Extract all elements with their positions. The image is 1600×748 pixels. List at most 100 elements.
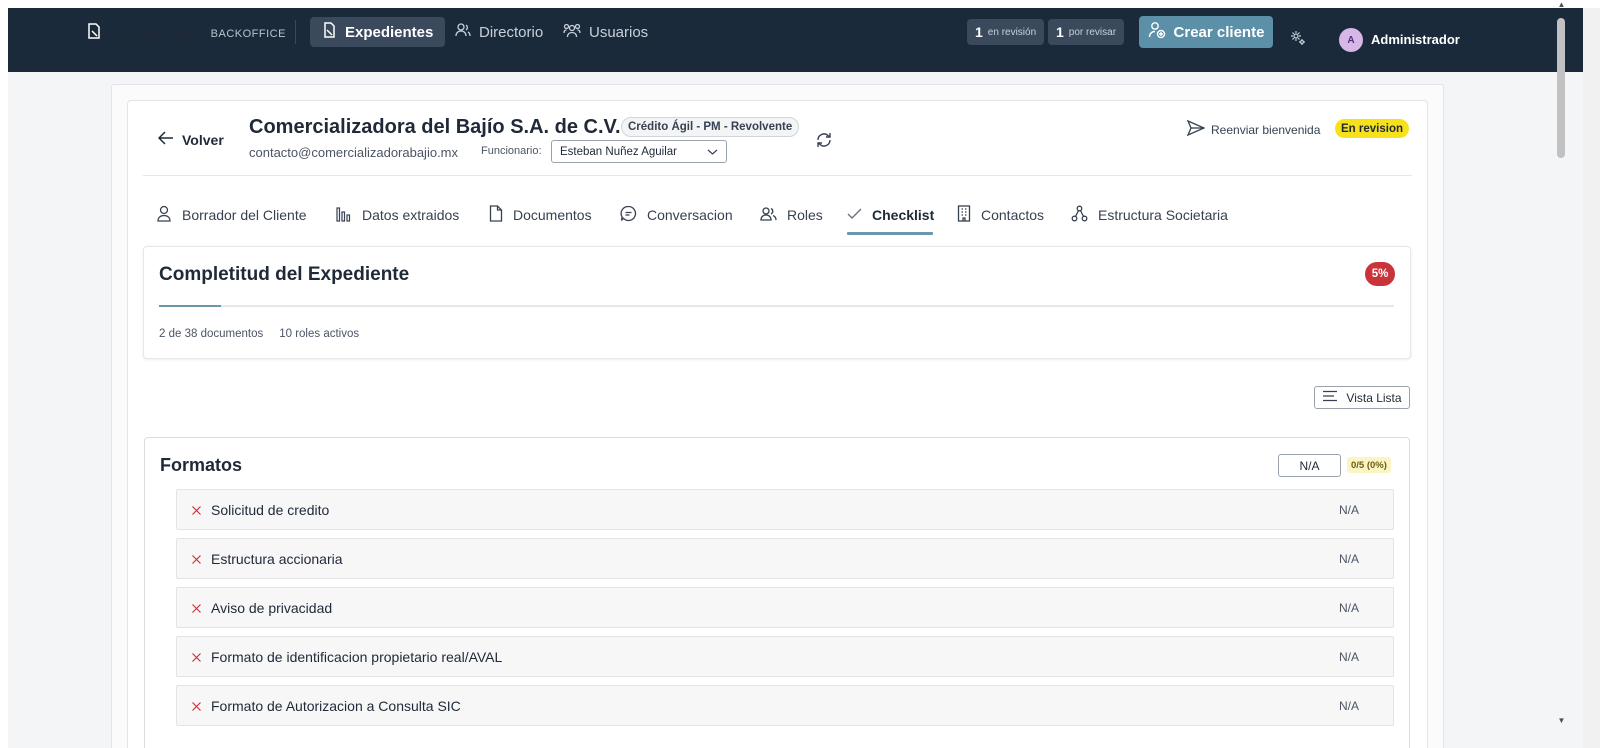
status-badge: En revision	[1335, 119, 1409, 138]
list-view-label: Vista Lista	[1346, 390, 1402, 405]
nav-label: Usuarios	[589, 23, 649, 41]
section-status-select[interactable]: N/A	[1278, 454, 1341, 477]
header-divider	[143, 175, 1412, 176]
tab-documentos[interactable]: Documentos	[489, 204, 592, 226]
nav-label: Directorio	[479, 23, 544, 41]
completeness-stats: 2 de 38 documentos 10 roles activos	[159, 328, 359, 340]
refresh-icon[interactable]	[815, 131, 833, 154]
chat-icon	[620, 205, 637, 225]
tab-label: Documentos	[513, 207, 592, 223]
document-row[interactable]: Estructura accionaria N/A	[176, 538, 1394, 579]
folder-icon	[86, 22, 102, 45]
user-name[interactable]: Administrador	[1371, 32, 1460, 47]
document-name: Formato de Autorizacion a Consulta SIC	[211, 698, 461, 714]
counter-value: 1	[975, 24, 983, 40]
counter-label: por revisar	[1068, 26, 1117, 38]
file-icon	[489, 205, 503, 225]
tab-label: Datos extraidos	[362, 207, 460, 223]
tab-label: Contactos	[981, 207, 1045, 223]
tab-checklist[interactable]: Checklist	[847, 204, 934, 226]
user-icon	[156, 205, 172, 225]
nav-directorio[interactable]: Directorio	[443, 17, 555, 47]
document-name: Solicitud de credito	[211, 502, 330, 518]
tab-datos-extraidos[interactable]: Datos extraidos	[336, 204, 459, 226]
back-label: Volver	[182, 131, 224, 148]
tab-label: Borrador del Cliente	[182, 207, 307, 223]
back-button[interactable]: Volver	[157, 131, 224, 148]
active-tab-indicator	[847, 232, 933, 235]
settings-gear-icon[interactable]	[1290, 30, 1306, 51]
tab-roles[interactable]: Roles	[760, 204, 823, 226]
nav-label: Expedientes	[345, 23, 434, 41]
client-email: contacto@comercializadorabajio.mx	[249, 145, 459, 160]
document-status: N/A	[1339, 601, 1360, 615]
document-name: Formato de identificacion propietario re…	[211, 649, 503, 665]
org-icon	[1071, 205, 1088, 225]
completeness-title: Completitud del Expediente	[159, 264, 410, 285]
close-icon	[191, 650, 202, 668]
tab-borrador-del-cliente[interactable]: Borrador del Cliente	[156, 204, 307, 226]
documents-count: 2 de 38 documentos	[159, 328, 264, 340]
brand-subtitle: BACKOFFICE	[210, 27, 286, 40]
tab-contactos[interactable]: Contactos	[957, 204, 1044, 226]
tab-conversacion[interactable]: Conversacion	[620, 204, 733, 226]
bars-icon	[336, 206, 352, 225]
page-scrollbar[interactable]	[1583, 8, 1600, 748]
tab-label: Roles	[787, 207, 823, 223]
nav-expedientes[interactable]: Expedientes	[310, 17, 446, 47]
counter-label: en revisión	[987, 26, 1037, 38]
funcionario-label: Funcionario:	[481, 145, 542, 157]
document-row[interactable]: Aviso de privacidad N/A	[176, 587, 1394, 628]
funcionario-select[interactable]: Esteban Nuñez Aguilar	[551, 140, 727, 163]
document-row[interactable]: Formato de Autorizacion a Consulta SIC N…	[176, 685, 1394, 726]
add-user-icon	[1148, 21, 1166, 43]
document-row[interactable]: Formato de identificacion propietario re…	[176, 636, 1394, 677]
client-name: Comercializadora del Bajío S.A. de C.V.	[249, 116, 621, 138]
tab-estructura-societaria[interactable]: Estructura Societaria	[1071, 204, 1228, 226]
funcionario-value: Esteban Nuñez Aguilar	[560, 145, 677, 158]
scroll-up-icon[interactable]: ▲	[1557, 0, 1566, 9]
tab-label: Conversacion	[647, 207, 733, 223]
completeness-progress-bar	[159, 305, 1394, 307]
scroll-down-icon[interactable]: ▼	[1557, 716, 1566, 725]
tab-label: Estructura Societaria	[1098, 207, 1228, 223]
chevron-down-icon	[707, 147, 718, 159]
brand-divider	[295, 20, 296, 44]
document-status: N/A	[1339, 503, 1360, 517]
users-icon	[760, 206, 777, 224]
scrollbar-thumb[interactable]	[1557, 18, 1565, 158]
tab-label: Checklist	[872, 207, 935, 223]
completeness-card	[143, 246, 1411, 359]
document-status: N/A	[1339, 699, 1360, 713]
brand-name: Crédito Ágil	[110, 24, 201, 42]
list-view-button[interactable]: Vista Lista	[1314, 386, 1410, 409]
document-name: Aviso de privacidad	[211, 600, 333, 616]
nav-usuarios[interactable]: Usuarios	[551, 17, 660, 47]
close-icon	[191, 552, 202, 570]
document-status: N/A	[1339, 650, 1360, 664]
resend-label: Reenviar bienvenida	[1211, 122, 1321, 137]
close-icon	[191, 601, 202, 619]
document-name: Estructura accionaria	[211, 551, 343, 567]
avatar[interactable]: A	[1339, 28, 1363, 52]
resend-welcome-button[interactable]: Reenviar bienvenida	[1186, 119, 1321, 139]
building-icon	[957, 205, 971, 225]
list-lines-icon	[1322, 390, 1338, 405]
document-status: N/A	[1339, 552, 1360, 566]
check-icon	[847, 207, 862, 223]
counter-en-revision[interactable]: 1 en revisión	[967, 19, 1045, 45]
send-icon	[1186, 119, 1206, 139]
create-client-button[interactable]: Crear cliente	[1139, 16, 1273, 48]
arrow-left-icon	[157, 131, 174, 148]
group-icon	[563, 23, 581, 42]
section-title: Formatos	[160, 455, 243, 475]
completeness-percent-badge: 5%	[1365, 262, 1395, 286]
close-icon	[191, 699, 202, 717]
section-count-badge: 0/5 (0%)	[1347, 457, 1391, 473]
document-row[interactable]: Solicitud de credito N/A	[176, 489, 1394, 530]
users-icon	[455, 23, 471, 41]
brand[interactable]: Crédito Ágil BACKOFFICE	[86, 22, 286, 45]
roles-count: 10 roles activos	[279, 328, 360, 340]
progress-fill	[159, 305, 221, 307]
counter-por-revisar[interactable]: 1 por revisar	[1048, 19, 1125, 45]
